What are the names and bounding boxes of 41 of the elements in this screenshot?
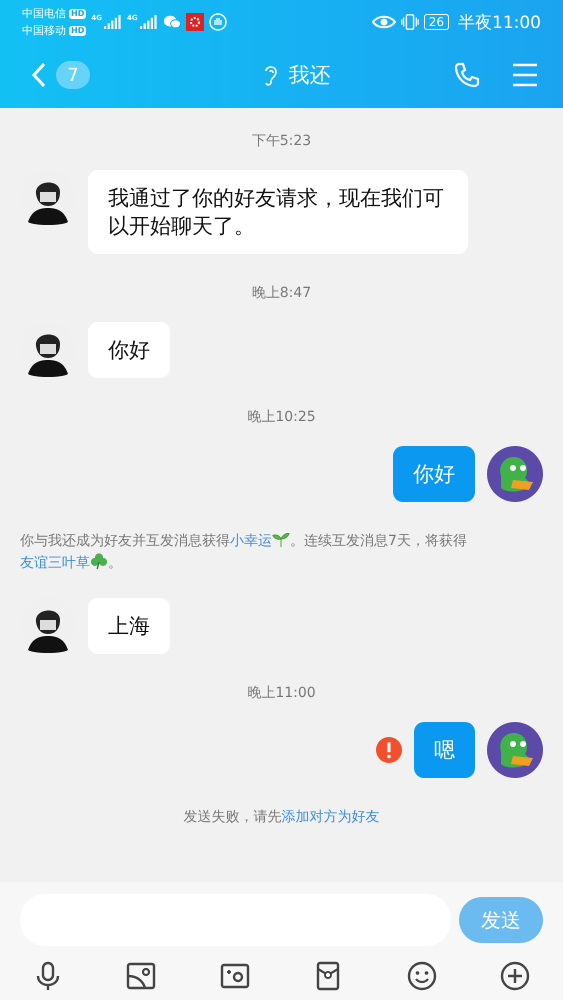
- vibrate-icon: [400, 13, 419, 31]
- hand-icon: [208, 13, 227, 31]
- image-icon[interactable]: [125, 960, 158, 992]
- carrier-name: 中国电信: [22, 6, 66, 22]
- hd-badge: HD: [69, 8, 86, 18]
- sprout-icon: [272, 530, 290, 548]
- message-bubble[interactable]: 嗯: [414, 722, 475, 778]
- message-bubble[interactable]: 你好: [88, 322, 170, 378]
- timestamp: 晚上10:25: [246, 408, 317, 426]
- chat-title: 我还: [288, 62, 330, 89]
- hd-badge: HD: [69, 26, 86, 36]
- notice-link[interactable]: 友谊三叶草: [20, 555, 90, 571]
- clock: 半夜11:00: [458, 12, 541, 34]
- timestamp: 晚上8:47: [250, 284, 312, 302]
- send-button[interactable]: 发送: [459, 897, 543, 943]
- timestamp: 下午5:23: [250, 132, 312, 150]
- plus-icon[interactable]: [498, 960, 531, 992]
- menu-icon[interactable]: [511, 61, 539, 89]
- signal-icon: [140, 15, 158, 29]
- duck-avatar-icon[interactable]: [487, 446, 543, 502]
- system-notice: 你与我还成为好友并互发消息获得小幸运 。连续互发消息7天，将获得 友谊三叶草 。: [20, 530, 543, 574]
- notice-link[interactable]: 小幸运: [230, 533, 272, 549]
- notice-link[interactable]: 添加对方为好友: [282, 809, 380, 825]
- emoji-icon[interactable]: [406, 960, 438, 992]
- signal-icon: [104, 15, 122, 29]
- phone-icon[interactable]: [453, 61, 481, 89]
- eye-icon: [372, 14, 396, 30]
- carrier-name: 中国移动: [22, 23, 66, 39]
- system-notice: 发送失败，请先添加对方为好友: [182, 808, 380, 827]
- app-icon: [186, 13, 204, 31]
- battery-level: 26: [424, 14, 449, 30]
- timestamp: 晚上11:00: [246, 684, 317, 702]
- ear-icon: [262, 63, 278, 87]
- duck-avatar-icon[interactable]: [487, 722, 543, 778]
- message-bubble[interactable]: 上海: [88, 598, 170, 654]
- failed-icon[interactable]: [376, 737, 402, 763]
- unread-count: 7: [56, 61, 90, 89]
- clover-icon: [90, 552, 108, 570]
- message-bubble[interactable]: 我通过了你的好友请求，现在我们可以开始聊天了。: [88, 170, 468, 254]
- message-bubble[interactable]: 你好: [393, 446, 475, 502]
- chat-bubbles-icon: [162, 13, 181, 31]
